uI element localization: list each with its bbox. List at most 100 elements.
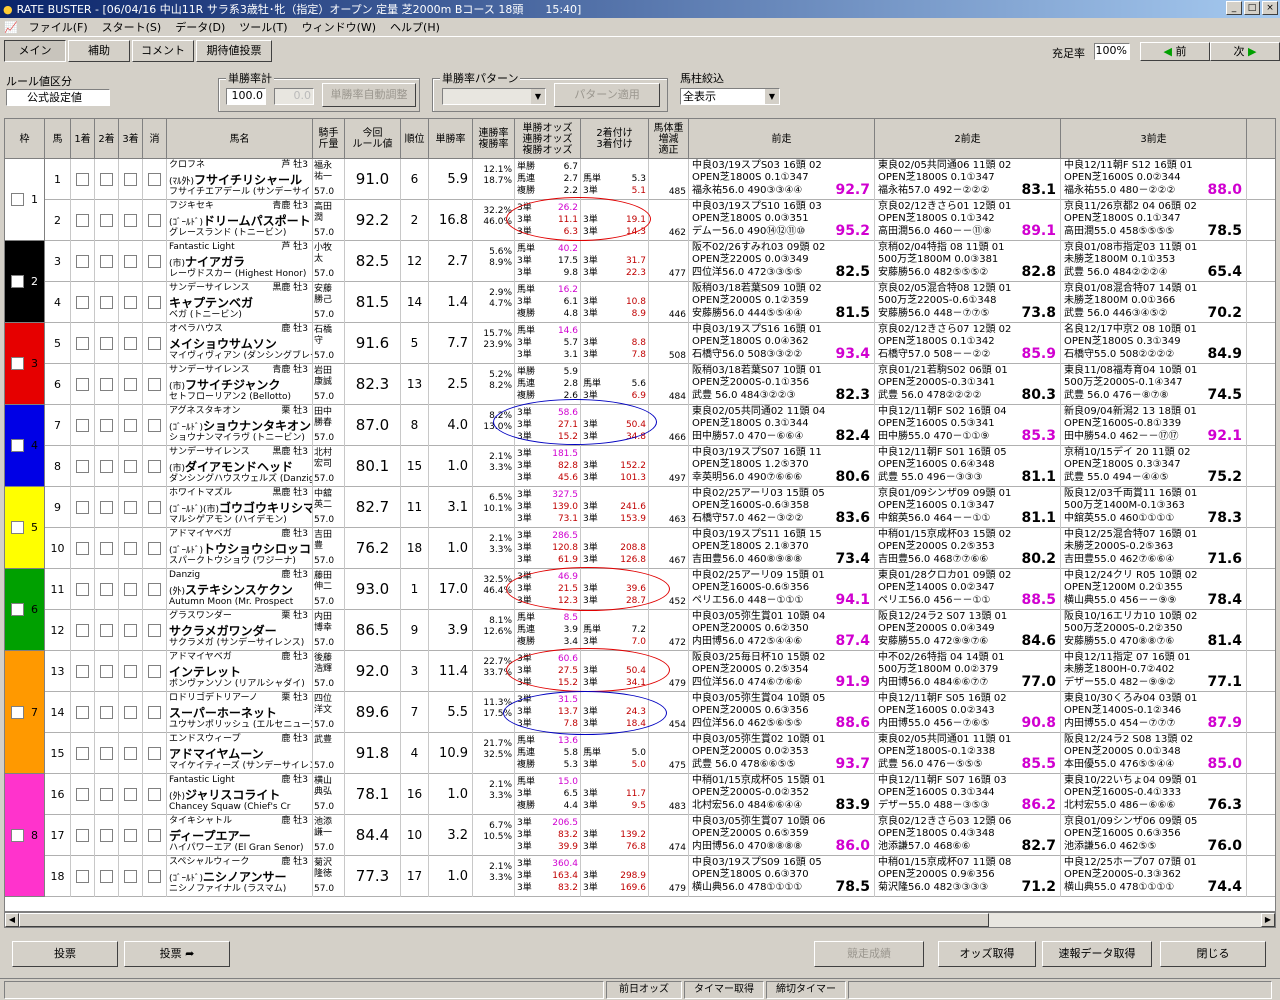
table-row[interactable]: 15 エンドスウィープ 鹿 牡3 アドマイヤムーンマイケイティーズ (サンデーサイレン…	[5, 733, 1275, 774]
checkbox[interactable]	[148, 296, 161, 309]
checkbox[interactable]	[148, 542, 161, 555]
checkbox[interactable]	[100, 665, 113, 678]
checkbox[interactable]	[124, 624, 137, 637]
checkbox[interactable]	[148, 173, 161, 186]
tab-main[interactable]: メイン	[4, 40, 66, 62]
checkbox[interactable]	[100, 747, 113, 760]
header-uma[interactable]: 馬	[45, 119, 71, 159]
checkbox[interactable]	[76, 542, 89, 555]
waku-checkbox[interactable]	[11, 705, 24, 719]
header-waku[interactable]: 枠	[5, 119, 45, 159]
fill-rate-field[interactable]: 100%	[1094, 43, 1130, 60]
get-odds-button[interactable]: オッズ取得	[938, 941, 1036, 967]
checkbox[interactable]	[124, 870, 137, 883]
checkbox[interactable]	[76, 173, 89, 186]
header-weight[interactable]: 馬体重 増減 適正	[649, 119, 689, 159]
checkbox[interactable]	[100, 419, 113, 432]
checkbox[interactable]	[148, 255, 161, 268]
vote-forward-button[interactable]: 投票 ➦	[124, 941, 230, 967]
checkbox[interactable]	[124, 419, 137, 432]
checkbox[interactable]	[148, 747, 161, 760]
checkbox[interactable]	[100, 173, 113, 186]
checkbox[interactable]	[148, 829, 161, 842]
checkbox[interactable]	[124, 460, 137, 473]
checkbox[interactable]	[76, 214, 89, 227]
vote-button[interactable]: 投票	[12, 941, 118, 967]
tab-sub[interactable]: 補助	[68, 40, 130, 62]
checkbox[interactable]	[76, 870, 89, 883]
waku-checkbox[interactable]	[11, 193, 24, 206]
checkbox[interactable]	[100, 378, 113, 391]
table-row[interactable]: 16 Fantastic Light 鹿 牡3 (外)ジャリスコライト Chancey …	[5, 774, 1275, 815]
horizontal-scrollbar[interactable]: ◀ ▶	[4, 912, 1276, 928]
checkbox[interactable]	[124, 747, 137, 760]
checkbox[interactable]	[124, 337, 137, 350]
checkbox[interactable]	[124, 378, 137, 391]
waku-checkbox[interactable]	[11, 439, 24, 452]
waku-checkbox[interactable]	[11, 357, 24, 370]
table-row[interactable]: 1 クロフネ 芦 牡3 (ﾏﾙ外)フサイチリシャール フサイチエアデール (サンデーサイ…	[5, 159, 1275, 200]
table-row[interactable]: 13 アドマイヤベガ 鹿 牡3 インテレット ボンヴァンソン (リアルシャダイ) 後藤 浩…	[5, 651, 1275, 692]
checkbox[interactable]	[148, 419, 161, 432]
waku-checkbox[interactable]	[11, 603, 24, 616]
win-rate-total[interactable]: 100.0	[226, 88, 266, 105]
header-ren-rate[interactable]: 連勝率 複勝率	[473, 119, 515, 159]
scroll-right-icon[interactable]: ▶	[1261, 913, 1275, 927]
header-2nd[interactable]: 2着	[95, 119, 119, 159]
menu-help[interactable]: ヘルプ(H)	[383, 19, 447, 35]
checkbox[interactable]	[148, 378, 161, 391]
table-row[interactable]: 8 サンデーサイレンス 黒鹿 牡3 (市)ダイアモンドヘッド ダンシングハウスウェルズ …	[5, 446, 1275, 487]
header-prev2[interactable]: 2前走	[875, 119, 1061, 159]
minimize-button[interactable]: _	[1226, 1, 1242, 15]
checkbox[interactable]	[76, 706, 89, 719]
header-place[interactable]: 2着付け 3着付け	[581, 119, 649, 159]
header-rule-value[interactable]: 今回 ルール値	[345, 119, 401, 159]
checkbox[interactable]	[148, 460, 161, 473]
checkbox[interactable]	[76, 419, 89, 432]
table-row[interactable]: 9 ホワイトマズル 黒鹿 牡3 (ｺﾞｰﾙﾄﾞ)(市)ゴウゴウキリシマ マルシゲアモン …	[5, 487, 1275, 528]
checkbox[interactable]	[124, 706, 137, 719]
prev-button[interactable]: ◀ 前	[1140, 42, 1210, 61]
waku-checkbox[interactable]	[11, 521, 24, 534]
checkbox[interactable]	[148, 214, 161, 227]
checkbox[interactable]	[100, 706, 113, 719]
waku-checkbox[interactable]	[11, 275, 24, 288]
race-results-button[interactable]: 競走成績	[814, 941, 924, 967]
header-prev1[interactable]: 前走	[689, 119, 875, 159]
checkbox[interactable]	[124, 296, 137, 309]
checkbox[interactable]	[100, 214, 113, 227]
checkbox[interactable]	[100, 255, 113, 268]
checkbox[interactable]	[100, 337, 113, 350]
table-row[interactable]: 5 オペラハウス 鹿 牡3 メイショウサムソンマイヴィヴィアン (ダンシングブレーヴ)…	[5, 323, 1275, 364]
maximize-button[interactable]: □	[1244, 1, 1260, 15]
waku-checkbox[interactable]	[11, 828, 24, 842]
checkbox[interactable]	[124, 214, 137, 227]
table-row[interactable]: 3 Fantastic Light 芦 牡3 (市)ナイアガラ レーヴドスカー (Hig…	[5, 241, 1275, 282]
table-row[interactable]: 7 アグネスタキオン 栗 牡3 (ｺﾞｰﾙﾄﾞ)ショウナンタキオン ショウナンマイラヴ …	[5, 405, 1275, 446]
table-row[interactable]: 4 サンデーサイレンス 黒鹿 牡3 キャプテンベガ ベガ (トニービン) 安藤 勝己 57.…	[5, 282, 1275, 323]
checkbox[interactable]	[100, 296, 113, 309]
header-odds[interactable]: 単勝オッズ 連勝オッズ 複勝オッズ	[515, 119, 581, 159]
next-button[interactable]: 次 ▶	[1210, 42, 1280, 61]
table-row[interactable]: 10 アドマイヤベガ 鹿 牡3 (ｺﾞｰﾙﾄﾞ)トウショウシロッコ スパークトウショウ …	[5, 528, 1275, 569]
scroll-thumb[interactable]	[19, 913, 989, 927]
checkbox[interactable]	[124, 829, 137, 842]
header-1st[interactable]: 1着	[71, 119, 95, 159]
table-row[interactable]: 14 ロドリゴデトリアーノ 栗 牡3 スーパーホーネット ユウサンポリッシュ (エルセニ…	[5, 692, 1275, 733]
checkbox[interactable]	[76, 788, 89, 801]
checkbox[interactable]	[76, 624, 89, 637]
menu-start[interactable]: スタート(S)	[95, 19, 169, 35]
checkbox[interactable]	[76, 829, 89, 842]
table-row[interactable]: 2 フジキセキ 青鹿 牡3 (ｺﾞｰﾙﾄﾞ)ドリームパスポート グレースランド (トニー…	[5, 200, 1275, 241]
checkbox[interactable]	[76, 665, 89, 678]
checkbox[interactable]	[148, 624, 161, 637]
auto-adjust-button[interactable]: 単勝率自動調整	[322, 83, 416, 107]
close-window-button[interactable]: ×	[1262, 1, 1278, 15]
rule-value[interactable]: 公式設定値	[6, 89, 110, 106]
checkbox[interactable]	[76, 501, 89, 514]
menu-tools[interactable]: ツール(T)	[232, 19, 294, 35]
checkbox[interactable]	[100, 870, 113, 883]
table-row[interactable]: 6 サンデーサイレンス 青鹿 牡3 (市)フサイチジャンク セトフローリアン2 (Bel…	[5, 364, 1275, 405]
tab-comment[interactable]: コメント	[132, 40, 194, 62]
header-scratch[interactable]: 消	[143, 119, 167, 159]
